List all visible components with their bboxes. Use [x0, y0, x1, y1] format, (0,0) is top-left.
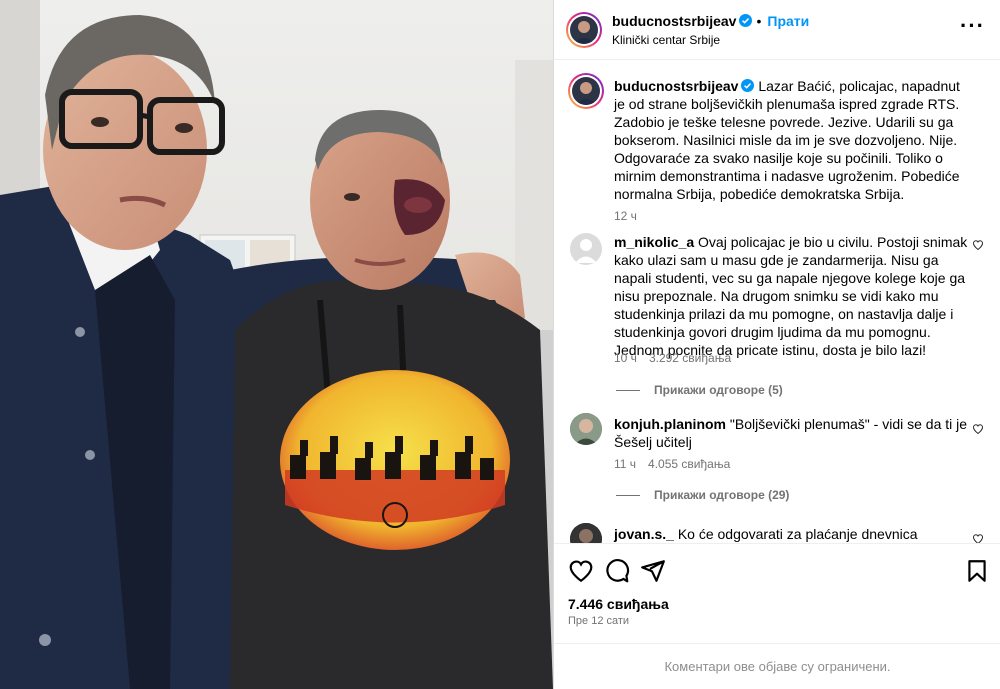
heart-icon[interactable]	[568, 558, 594, 584]
comments-limited-notice: Коментари ове објаве су ограничени.	[554, 643, 1000, 689]
comment-likes[interactable]: 3.292 свиђања	[649, 351, 731, 365]
comment-meta: 11 ч 4.055 свиђања	[614, 457, 742, 471]
post-actions: 7.446 свиђања Пре 12 сати	[554, 543, 1000, 643]
comments-list[interactable]: buducnostsrbijeav Lazar Baćić, policajac…	[554, 61, 1000, 543]
comment-avatar[interactable]	[570, 413, 602, 445]
post-side-panel: buducnostsrbijeav • Прати Klinički centar …	[553, 0, 1000, 689]
comment-icon[interactable]	[604, 558, 630, 584]
comment-item: m_nikolic_a Ovaj policajac je bio u civi…	[568, 231, 988, 371]
avatar[interactable]	[570, 16, 598, 44]
comment-item: jovan.s._ Ko će odgovarati za plaćanje d…	[568, 521, 988, 543]
post-photo-illustration	[0, 0, 553, 689]
comment-meta: 10 ч 3.292 свиђања	[614, 351, 743, 365]
caption-item: buducnostsrbijeav Lazar Baćić, policajac…	[568, 73, 988, 223]
comment-text: Ovaj policajac je bio u civilu. Postoji …	[614, 234, 968, 358]
comment-like-icon[interactable]	[972, 533, 984, 543]
comment-time[interactable]: 10 ч	[614, 351, 637, 365]
comment-username[interactable]: jovan.s._	[614, 526, 674, 542]
comment-avatar[interactable]	[570, 233, 602, 265]
more-options-icon[interactable]: ···	[960, 15, 985, 37]
follow-button[interactable]: Прати	[767, 13, 809, 29]
replies-divider-line	[616, 495, 640, 497]
caption-time[interactable]: 12 ч	[614, 209, 637, 223]
view-replies-label: Прикажи одговоре (29)	[654, 488, 790, 502]
comment-avatar[interactable]	[570, 523, 602, 543]
comment-username[interactable]: konjuh.planinom	[614, 416, 726, 432]
caption-text-block: buducnostsrbijeav Lazar Baćić, policajac…	[614, 77, 969, 203]
view-replies-label: Прикажи одговоре (5)	[654, 383, 783, 397]
bookmark-icon[interactable]	[964, 558, 990, 584]
post-location[interactable]: Klinički centar Srbije	[612, 33, 720, 47]
comment-item: konjuh.planinom "Boljševički plenumaš" -…	[568, 411, 988, 471]
instagram-post-modal: buducnostsrbijeav • Прати Klinički centar …	[0, 0, 1000, 689]
verified-badge-icon	[739, 14, 753, 27]
comment-like-icon[interactable]	[972, 423, 984, 435]
comment-text-block: jovan.s._ Ko će odgovarati za plaćanje d…	[614, 525, 969, 543]
caption-text: Lazar Baćić, policajac, napadnut je od s…	[614, 78, 960, 202]
caption-meta: 12 ч	[614, 209, 649, 223]
comment-like-icon[interactable]	[972, 239, 984, 251]
comment-avatar-image	[570, 413, 602, 445]
view-replies-button[interactable]: Прикажи одговоре (5)	[616, 383, 783, 397]
likes-count[interactable]: 7.446 свиђања	[568, 596, 669, 612]
comment-avatar-image	[570, 523, 602, 543]
header-dot-separator: •	[756, 13, 762, 29]
share-icon[interactable]	[640, 558, 666, 584]
comment-time[interactable]: 11 ч	[614, 457, 636, 471]
comment-text-block: m_nikolic_a Ovaj policajac je bio u civi…	[614, 233, 969, 359]
caption-avatar-image	[575, 82, 597, 105]
post-photo[interactable]	[0, 0, 553, 689]
comment-likes[interactable]: 4.055 свиђања	[648, 457, 730, 471]
caption-avatar[interactable]	[572, 77, 600, 105]
verified-badge-icon	[741, 79, 755, 92]
comment-username[interactable]: m_nikolic_a	[614, 234, 694, 250]
replies-divider-line	[616, 390, 640, 392]
header-username[interactable]: buducnostsrbijeav	[612, 13, 736, 29]
avatar-image	[573, 21, 595, 44]
caption-username[interactable]: buducnostsrbijeav	[614, 78, 738, 94]
comment-text-block: konjuh.planinom "Boljševički plenumaš" -…	[614, 415, 969, 451]
header-title-row: buducnostsrbijeav • Прати	[612, 13, 809, 29]
default-avatar-icon	[575, 239, 597, 263]
post-timestamp[interactable]: Пре 12 сати	[568, 615, 629, 627]
post-header: buducnostsrbijeav • Прати Klinički centar …	[554, 0, 1000, 60]
view-replies-button[interactable]: Прикажи одговоре (29)	[616, 488, 789, 502]
